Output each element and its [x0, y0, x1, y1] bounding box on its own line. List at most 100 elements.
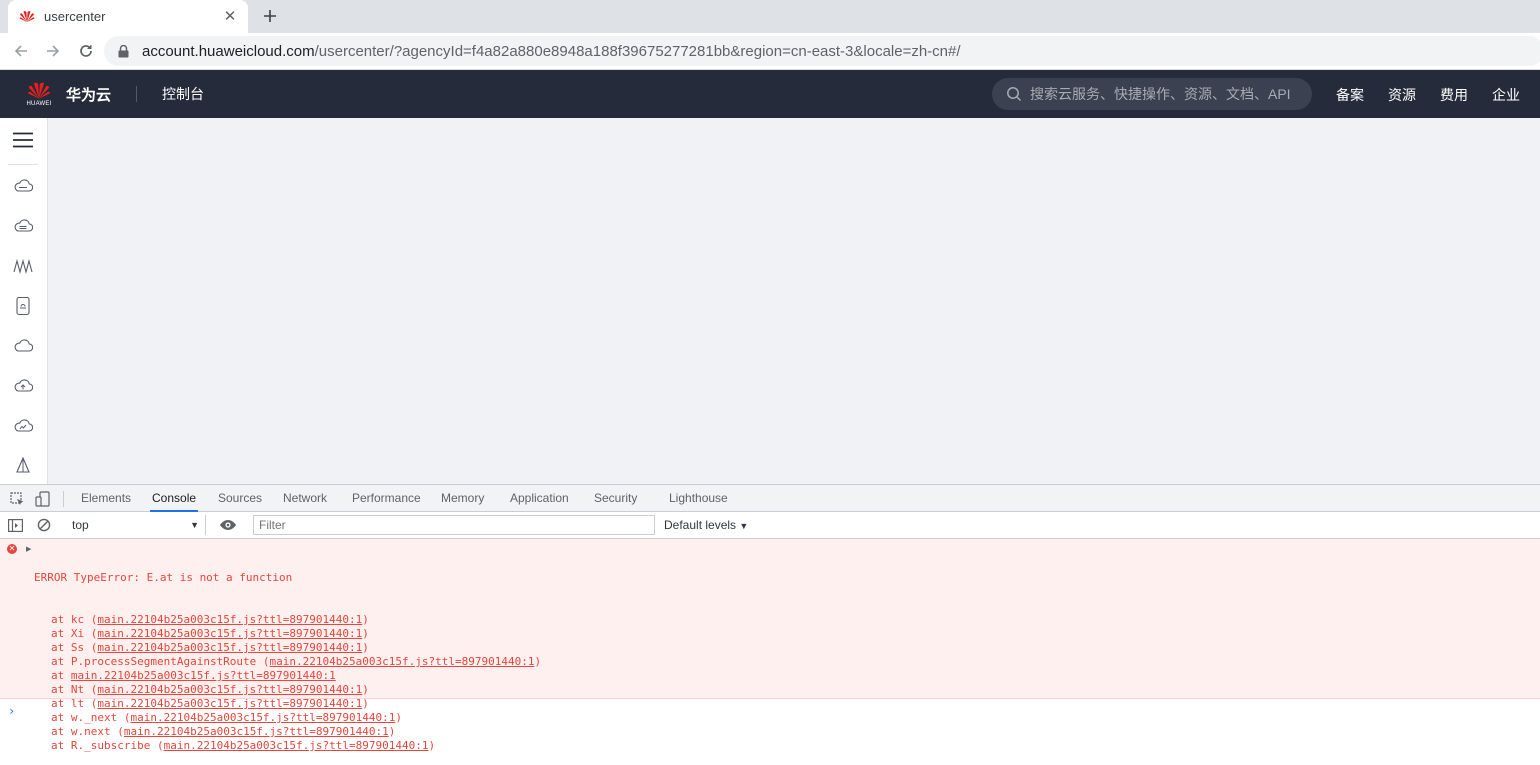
cloud-monitor-icon[interactable]	[12, 415, 34, 437]
stack-function: at R._subscribe (	[51, 739, 164, 752]
source-link[interactable]: main.22104b25a003c15f.js?ttl=897901440:1	[97, 697, 362, 710]
stack-frame: at kc (main.22104b25a003c15f.js?ttl=8979…	[34, 613, 541, 627]
service-sidebar	[0, 118, 48, 484]
nav-enterprise-link[interactable]: 企业	[1492, 85, 1520, 105]
console-header: HUAWEI 华为云 控制台 搜索云服务、快捷操作、资源、文档、API 备案 资…	[0, 70, 1540, 118]
network-icon[interactable]	[12, 255, 34, 277]
source-link[interactable]: main.22104b25a003c15f.js?ttl=897901440:1	[71, 669, 336, 682]
stack-close-paren: )	[362, 613, 369, 626]
console-filter-input[interactable]	[253, 515, 655, 535]
tab-memory[interactable]: Memory	[439, 485, 486, 512]
source-link[interactable]: main.22104b25a003c15f.js?ttl=897901440:1	[97, 613, 362, 626]
global-search-input[interactable]: 搜索云服务、快捷操作、资源、文档、API	[992, 78, 1312, 110]
storage-icon[interactable]	[12, 295, 34, 317]
stack-function: at kc (	[51, 613, 98, 626]
source-link[interactable]: main.22104b25a003c15f.js?ttl=897901440:1	[130, 711, 395, 724]
stack-close-paren: )	[388, 725, 396, 738]
context-selector[interactable]: top ▼	[66, 515, 206, 535]
inspect-element-icon[interactable]	[8, 490, 26, 508]
forward-button[interactable]	[42, 40, 64, 62]
error-message: ✕ ▶ ERROR TypeError: E.at is not a funct…	[0, 539, 1540, 752]
stack-frame: at Xi (main.22104b25a003c15f.js?ttl=8979…	[34, 627, 541, 641]
stack-function: at Xi (	[51, 627, 98, 640]
header-divider	[136, 86, 138, 102]
console-output: ✕ ▶ ERROR TypeError: E.at is not a funct…	[0, 539, 1540, 765]
stack-frame: at Ss (main.22104b25a003c15f.js?ttl=8979…	[34, 641, 541, 655]
huawei-logo[interactable]: HUAWEI	[24, 81, 54, 107]
stack-close-paren: )	[428, 739, 436, 752]
tab-lighthouse[interactable]: Lighthouse	[667, 485, 730, 512]
stack-close-paren: )	[362, 683, 369, 696]
back-button[interactable]	[10, 40, 32, 62]
cloud-server-icon[interactable]	[12, 175, 34, 197]
stack-close-paren: )	[362, 641, 369, 654]
source-link[interactable]: main.22104b25a003c15f.js?ttl=897901440:1	[97, 641, 362, 654]
brand-name[interactable]: 华为云	[66, 84, 111, 105]
device-toolbar-icon[interactable]	[34, 490, 52, 508]
lock-icon	[118, 44, 132, 58]
console-prompt-icon[interactable]: ›	[8, 704, 15, 718]
stack-frame: at lt (main.22104b25a003c15f.js?ttl=8979…	[34, 697, 541, 711]
tab-security[interactable]: Security	[592, 485, 639, 512]
nav-billing-link[interactable]: 费用	[1440, 85, 1468, 105]
tab-performance[interactable]: Performance	[350, 485, 423, 512]
menu-hamburger-icon[interactable]	[13, 132, 33, 148]
url-path: /usercenter/?agencyId=f4a82a880e8948a188…	[314, 42, 961, 60]
stack-function: at w.next (	[51, 725, 124, 738]
tab-sources[interactable]: Sources	[216, 485, 264, 512]
stack-function: at	[51, 669, 71, 682]
stack-close-paren: )	[362, 697, 369, 710]
expand-triangle-icon[interactable]: ▶	[26, 545, 31, 553]
cloud-upload-icon[interactable]	[12, 375, 34, 397]
browser-tab[interactable]: usercenter ✕	[8, 0, 248, 33]
main-content-area	[48, 118, 1540, 484]
database-icon[interactable]	[12, 215, 34, 237]
deploy-icon[interactable]	[12, 455, 34, 477]
stack-frame: at R._subscribe (main.22104b25a003c15f.j…	[34, 739, 541, 753]
arrow-right-icon	[47, 45, 60, 57]
stack-function: at lt (	[51, 697, 98, 710]
huawei-flower-icon	[28, 82, 50, 99]
url-host: account.huaweicloud.com	[142, 42, 315, 60]
log-levels-label: Default levels	[664, 518, 737, 532]
stack-function: at Nt (	[51, 683, 98, 696]
tab-close-icon[interactable]: ✕	[222, 8, 238, 25]
reload-icon	[80, 45, 92, 57]
source-link[interactable]: main.22104b25a003c15f.js?ttl=897901440:1	[97, 627, 362, 640]
nav-filing-link[interactable]: 备案	[1336, 85, 1364, 105]
log-levels-dropdown[interactable]: Default levels ▼	[664, 518, 748, 532]
tab-network[interactable]: Network	[281, 485, 329, 512]
reload-button[interactable]	[75, 40, 97, 62]
caret-down-icon: ▼	[739, 521, 749, 531]
devtools-tab-bar: Elements Console Sources Network Perform…	[0, 484, 1540, 512]
search-icon	[1007, 87, 1022, 102]
cloud-icon[interactable]	[12, 335, 34, 357]
url-text: account.huaweicloud.com/usercenter/?agen…	[142, 43, 961, 60]
source-link[interactable]: main.22104b25a003c15f.js?ttl=897901440:1	[164, 739, 429, 752]
new-tab-button[interactable]	[258, 4, 282, 28]
console-link[interactable]: 控制台	[162, 84, 204, 104]
source-link[interactable]: main.22104b25a003c15f.js?ttl=897901440:1	[97, 683, 362, 696]
address-bar[interactable]: account.huaweicloud.com/usercenter/?agen…	[104, 36, 1540, 66]
stack-close-paren: )	[395, 711, 403, 724]
source-link[interactable]: main.22104b25a003c15f.js?ttl=897901440:1	[124, 725, 389, 738]
search-placeholder: 搜索云服务、快捷操作、资源、文档、API	[1030, 86, 1291, 102]
live-expression-eye-icon[interactable]	[219, 516, 237, 534]
source-link[interactable]: main.22104b25a003c15f.js?ttl=897901440:1	[270, 655, 535, 668]
nav-resources-link[interactable]: 资源	[1388, 85, 1416, 105]
logo-wordmark: HUAWEI	[26, 101, 52, 107]
sidebar-separator	[8, 164, 38, 165]
tab-elements[interactable]: Elements	[79, 485, 133, 512]
clear-console-icon[interactable]	[35, 516, 53, 534]
stack-frame: at w.next (main.22104b25a003c15f.js?ttl=…	[34, 725, 541, 739]
stack-frame: at w._next (main.22104b25a003c15f.js?ttl…	[34, 711, 541, 725]
stack-close-paren: )	[534, 655, 542, 668]
error-icon: ✕	[7, 544, 17, 554]
plus-icon	[264, 10, 276, 22]
tab-console[interactable]: Console	[150, 485, 199, 512]
show-sidebar-icon[interactable]	[6, 516, 24, 534]
tab-application[interactable]: Application	[508, 485, 571, 512]
stack-frame: at main.22104b25a003c15f.js?ttl=89790144…	[34, 669, 541, 683]
huawei-favicon-icon	[18, 10, 36, 24]
arrow-left-icon	[14, 45, 27, 57]
